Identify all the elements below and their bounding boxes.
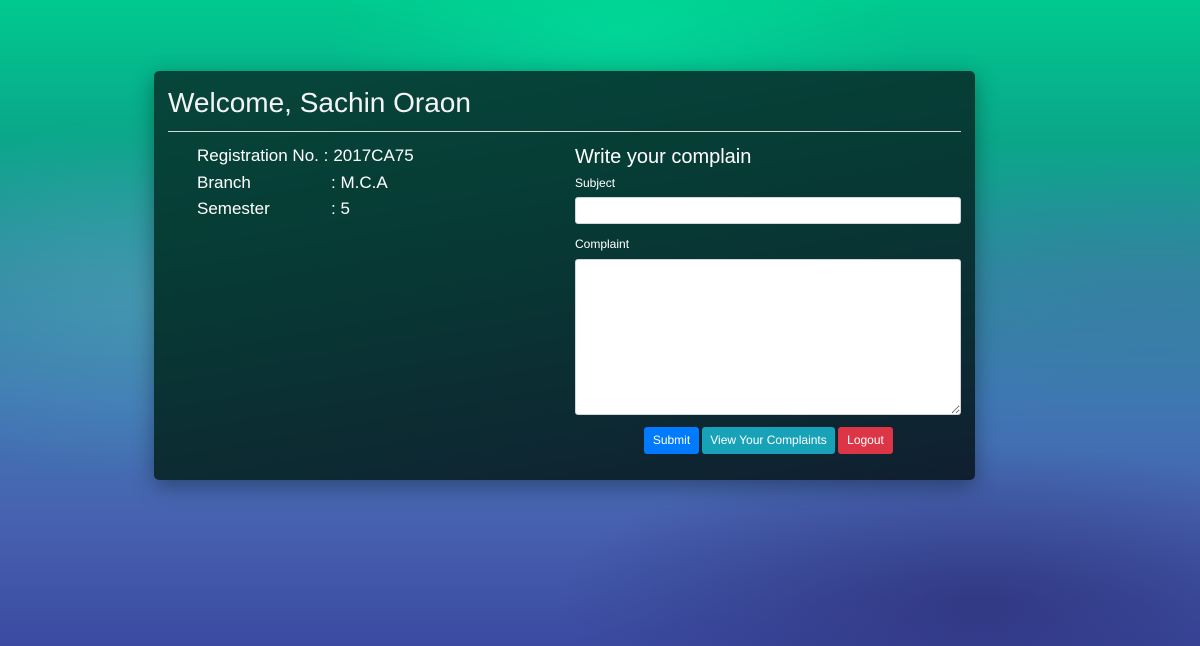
branch-value: : M.C.A: [331, 172, 388, 192]
subject-input[interactable]: [575, 197, 961, 224]
registration-label: Registration No. :: [197, 146, 329, 165]
complaint-textarea[interactable]: [575, 259, 961, 415]
subject-label: Subject: [575, 176, 616, 190]
registration-value: 2017CA75: [333, 146, 414, 165]
student-info: Registration No. : 2017CA75 Branch : M.C…: [197, 143, 414, 223]
registration-row: Registration No. : 2017CA75: [197, 143, 414, 170]
semester-row: Semester : 5: [197, 196, 414, 223]
logout-button[interactable]: Logout: [838, 427, 893, 454]
welcome-heading: Welcome, Sachin Oraon: [168, 87, 471, 118]
view-complaints-button[interactable]: View Your Complaints: [702, 427, 835, 454]
semester-label: Semester: [197, 199, 270, 218]
header-divider: [168, 131, 961, 132]
branch-label: Branch: [197, 172, 251, 192]
complain-form-title: Write your complain: [575, 146, 752, 168]
branch-row: Branch : M.C.A: [197, 170, 414, 197]
semester-value: : 5: [331, 199, 350, 218]
submit-button[interactable]: Submit: [644, 427, 699, 454]
form-actions: Submit View Your Complaints Logout: [644, 427, 893, 454]
dashboard-card: Welcome, Sachin Oraon Registration No. :…: [154, 71, 975, 480]
complaint-label: Complaint: [575, 237, 630, 251]
